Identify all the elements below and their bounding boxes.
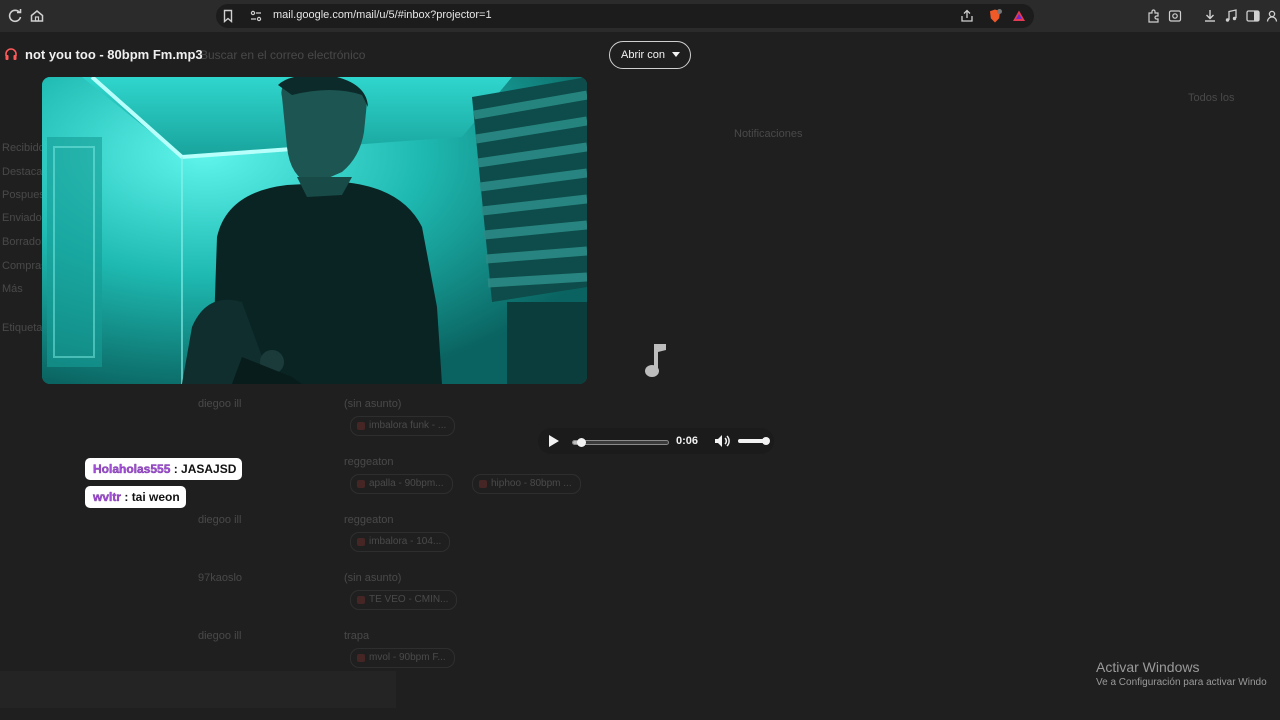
brave-rewards-icon[interactable] xyxy=(1011,8,1027,24)
music-note-icon xyxy=(642,340,672,380)
seek-handle[interactable] xyxy=(577,438,587,447)
windows-activation-subtitle: Ve a Configuración para activar Windo xyxy=(1096,677,1267,688)
chat-username: wvltr xyxy=(93,490,122,504)
open-with-label: Abrir con xyxy=(621,49,666,61)
filter-label: Todos los xyxy=(1188,92,1235,104)
email-row: diegoo ill reggeaton imbalora - 104... xyxy=(150,512,1280,568)
labels-heading: Etiquetas xyxy=(2,322,48,334)
email-row: reggeaton apalla - 90bpm... hiphoo - 80b… xyxy=(150,454,1280,510)
volume-icon[interactable] xyxy=(714,434,732,448)
chat-text: : tai weon xyxy=(124,490,180,504)
sidebar-item: Compras xyxy=(2,260,47,272)
sidebar-icon[interactable] xyxy=(1245,8,1261,24)
play-icon[interactable] xyxy=(549,435,559,447)
browser-toolbar: mail.google.com/mail/u/5/#inbox?projecto… xyxy=(0,0,1280,32)
site-info-icon[interactable] xyxy=(248,8,264,24)
snackbar xyxy=(0,671,396,708)
file-title: not you too - 80bpm Fm.mp3 xyxy=(25,47,203,62)
brave-shield-icon[interactable] xyxy=(987,8,1003,24)
share-icon[interactable] xyxy=(959,8,975,24)
volume-handle[interactable] xyxy=(762,437,770,445)
bookmark-icon[interactable] xyxy=(220,8,236,24)
email-row: 97kaoslo (sin asunto) TE VEO - CMIN... xyxy=(150,570,1280,626)
address-bar[interactable]: mail.google.com/mail/u/5/#inbox?projecto… xyxy=(216,4,1034,28)
current-time: 0:06 xyxy=(676,435,699,447)
chat-username: Holaholas555 xyxy=(93,462,171,476)
reload-icon[interactable] xyxy=(7,8,23,24)
seek-slider[interactable] xyxy=(572,438,669,447)
caret-down-icon xyxy=(672,52,680,57)
screenshot-icon[interactable] xyxy=(1167,8,1183,24)
video-preview xyxy=(42,77,587,384)
extensions-icon[interactable] xyxy=(1146,8,1162,24)
open-with-button[interactable]: Abrir con xyxy=(609,41,691,69)
media-icon[interactable] xyxy=(1223,8,1239,24)
windows-activation-title: Activar Windows xyxy=(1096,659,1200,675)
url-text: mail.google.com/mail/u/5/#inbox?projecto… xyxy=(273,9,492,21)
notifications-label: Notificaciones xyxy=(734,128,803,140)
sidebar-item: Enviados xyxy=(2,212,48,224)
download-icon[interactable] xyxy=(1202,8,1218,24)
home-icon[interactable] xyxy=(29,8,45,24)
chat-message: Holaholas555 : JASAJSD xyxy=(85,458,243,480)
headphones-icon xyxy=(4,47,18,61)
sidebar-item: Más xyxy=(2,283,23,295)
audio-player: 0:06 xyxy=(538,428,774,454)
chat-text: : JASAJSD xyxy=(173,462,237,476)
profile-icon[interactable] xyxy=(1264,8,1280,24)
search-hint: Buscar en el correo electrónico xyxy=(200,48,366,62)
volume-slider[interactable] xyxy=(738,437,770,445)
chat-message: wvltr : tai weon xyxy=(85,486,186,508)
